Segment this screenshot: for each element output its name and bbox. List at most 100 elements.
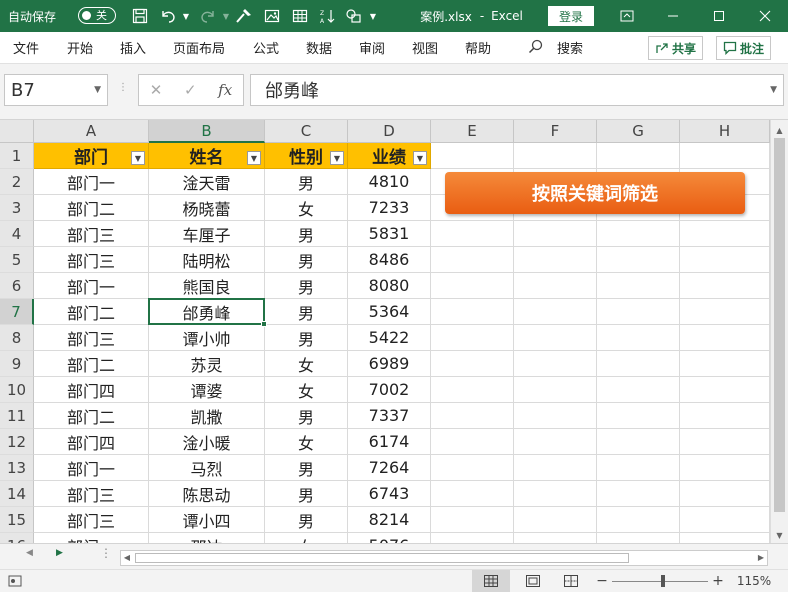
formula-bar-grip-icon[interactable]: ⋮ — [118, 82, 128, 93]
cell-f15[interactable] — [514, 507, 597, 533]
insert-function-icon[interactable]: fx — [218, 81, 232, 99]
tab-split-grip-icon[interactable]: ⋮ — [100, 546, 112, 560]
comments-button[interactable]: 批注 — [716, 36, 772, 60]
cell-f4[interactable] — [514, 221, 597, 247]
filter-dropdown-icon[interactable]: ▼ — [413, 151, 427, 165]
cell-e4[interactable] — [431, 221, 514, 247]
row-header-6[interactable]: 6 — [0, 273, 34, 299]
cell-c12[interactable]: 女 — [265, 429, 348, 455]
macro-record-icon[interactable] — [6, 570, 24, 592]
cell-a13[interactable]: 部门一 — [34, 455, 149, 481]
cell-b12[interactable]: 淦小暖 — [149, 429, 265, 455]
normal-view-icon[interactable] — [472, 570, 510, 592]
cell-f7[interactable] — [514, 299, 597, 325]
filter-dropdown-icon[interactable]: ▼ — [131, 151, 145, 165]
row-header-15[interactable]: 15 — [0, 507, 34, 533]
expand-formula-icon[interactable]: ▼ — [770, 85, 777, 95]
cell-c7[interactable]: 男 — [265, 299, 348, 325]
cell-a15[interactable]: 部门三 — [34, 507, 149, 533]
cell-g7[interactable] — [597, 299, 680, 325]
cell-b16[interactable]: 邵达 — [149, 533, 265, 543]
column-header-b[interactable]: B — [149, 120, 265, 143]
cell-b11[interactable]: 凯撒 — [149, 403, 265, 429]
cell-h16[interactable] — [680, 533, 770, 543]
undo-dropdown-icon[interactable]: ▼ — [180, 0, 192, 32]
cell-b4[interactable]: 车厘子 — [149, 221, 265, 247]
cell-c15[interactable]: 男 — [265, 507, 348, 533]
format-painter-icon[interactable] — [232, 0, 256, 32]
cell-d11[interactable]: 7337 — [348, 403, 431, 429]
name-box[interactable]: B7 ▼ — [4, 74, 108, 106]
cell-a7[interactable]: 部门二 — [34, 299, 149, 325]
row-header-13[interactable]: 13 — [0, 455, 34, 481]
row-header-7[interactable]: 7 — [0, 299, 34, 325]
cell-f12[interactable] — [514, 429, 597, 455]
cell-e15[interactable] — [431, 507, 514, 533]
scroll-left-icon[interactable]: ◀ — [121, 551, 133, 565]
cell-b13[interactable]: 马烈 — [149, 455, 265, 481]
cell-f8[interactable] — [514, 325, 597, 351]
column-header-h[interactable]: H — [680, 120, 770, 143]
filter-dropdown-icon[interactable]: ▼ — [247, 151, 261, 165]
cell-e13[interactable] — [431, 455, 514, 481]
page-layout-view-icon[interactable] — [522, 570, 544, 592]
row-header-10[interactable]: 10 — [0, 377, 34, 403]
cell-e14[interactable] — [431, 481, 514, 507]
name-box-dropdown-icon[interactable]: ▼ — [94, 85, 101, 95]
cell-d9[interactable]: 6989 — [348, 351, 431, 377]
tab-insert[interactable]: 插入 — [120, 32, 146, 62]
vertical-scroll-thumb[interactable] — [774, 138, 785, 512]
row-header-16[interactable]: 16 — [0, 533, 34, 543]
cell-d13[interactable]: 7264 — [348, 455, 431, 481]
cell-d6[interactable]: 8080 — [348, 273, 431, 299]
sort-descending-icon[interactable]: ZA — [316, 0, 340, 32]
ribbon-display-icon[interactable] — [604, 0, 650, 32]
tab-data[interactable]: 数据 — [306, 32, 332, 62]
cell-f16[interactable] — [514, 533, 597, 543]
cell-b7[interactable]: 邰勇峰 — [149, 299, 265, 325]
row-header-3[interactable]: 3 — [0, 195, 34, 221]
cell-d5[interactable]: 8486 — [348, 247, 431, 273]
cell-g16[interactable] — [597, 533, 680, 543]
row-header-8[interactable]: 8 — [0, 325, 34, 351]
cell-b15[interactable]: 谭小四 — [149, 507, 265, 533]
filter-dropdown-icon[interactable]: ▼ — [330, 151, 344, 165]
cell-d15[interactable]: 8214 — [348, 507, 431, 533]
table-icon[interactable] — [288, 0, 312, 32]
cell-c13[interactable]: 男 — [265, 455, 348, 481]
cell-c14[interactable]: 男 — [265, 481, 348, 507]
cell-f6[interactable] — [514, 273, 597, 299]
cell-g11[interactable] — [597, 403, 680, 429]
cell-c2[interactable]: 男 — [265, 169, 348, 195]
row-header-5[interactable]: 5 — [0, 247, 34, 273]
tab-formulas[interactable]: 公式 — [253, 32, 279, 62]
zoom-out-button[interactable]: − — [596, 570, 608, 592]
cell-e1[interactable] — [431, 143, 514, 169]
cell-f1[interactable] — [514, 143, 597, 169]
scroll-up-icon[interactable]: ▲ — [771, 122, 788, 138]
zoom-slider-thumb[interactable] — [661, 575, 665, 587]
cell-d10[interactable]: 7002 — [348, 377, 431, 403]
cell-e6[interactable] — [431, 273, 514, 299]
cell-f5[interactable] — [514, 247, 597, 273]
cell-d14[interactable]: 6743 — [348, 481, 431, 507]
cell-d3[interactable]: 7233 — [348, 195, 431, 221]
cell-f14[interactable] — [514, 481, 597, 507]
cell-g14[interactable] — [597, 481, 680, 507]
column-header-c[interactable]: C — [265, 120, 348, 143]
column-header-d[interactable]: D — [348, 120, 431, 143]
row-header-14[interactable]: 14 — [0, 481, 34, 507]
cell-g9[interactable] — [597, 351, 680, 377]
customize-toolbar-icon[interactable]: ▼ — [366, 0, 380, 32]
cell-c9[interactable]: 女 — [265, 351, 348, 377]
tab-help[interactable]: 帮助 — [465, 32, 491, 62]
cell-e8[interactable] — [431, 325, 514, 351]
cell-c1[interactable]: 性别 ▼ — [265, 143, 348, 169]
scroll-down-icon[interactable]: ▼ — [771, 527, 788, 543]
maximize-icon[interactable] — [696, 0, 742, 32]
shapes-icon[interactable] — [342, 0, 366, 32]
scroll-right-icon[interactable]: ▶ — [755, 551, 767, 565]
cell-f11[interactable] — [514, 403, 597, 429]
cell-h9[interactable] — [680, 351, 770, 377]
horizontal-scrollbar[interactable]: ◀ ▶ — [120, 550, 768, 566]
